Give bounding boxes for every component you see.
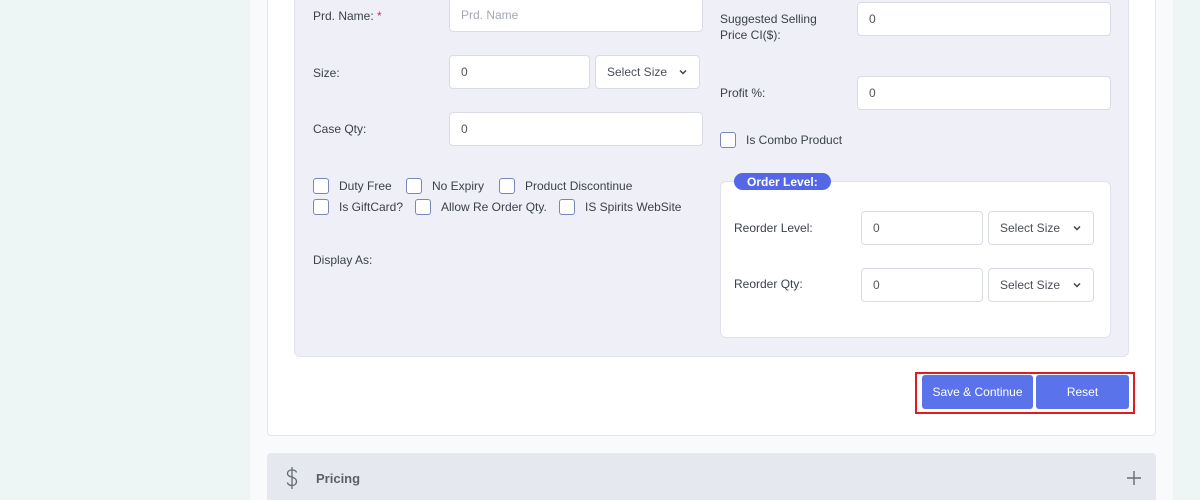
checkbox-box[interactable] (720, 132, 736, 148)
allow-reorder-checkbox[interactable]: Allow Re Order Qty. (415, 199, 547, 215)
duty-free-checkbox[interactable]: Duty Free (313, 178, 392, 194)
suggested-price-label-line2: Price CI($): (720, 28, 781, 42)
product-discontinue-label: Product Discontinue (525, 179, 633, 193)
suggested-price-input[interactable]: 0 (857, 2, 1111, 36)
order-level-title: Order Level: (734, 173, 831, 190)
pricing-section-title: Pricing (316, 471, 361, 486)
reset-button[interactable]: Reset (1036, 375, 1129, 409)
chevron-down-icon (1073, 225, 1081, 231)
no-expiry-checkbox[interactable]: No Expiry (406, 178, 484, 194)
left-background (0, 0, 250, 500)
prd-name-label: Prd. Name: * (313, 8, 382, 24)
profit-input[interactable]: 0 (857, 76, 1111, 110)
duty-free-label: Duty Free (339, 179, 392, 193)
checkbox-box[interactable] (499, 178, 515, 194)
no-expiry-label: No Expiry (432, 179, 485, 193)
allow-reorder-label: Allow Re Order Qty. (441, 200, 547, 214)
reorder-level-unit-select[interactable]: Select Size (988, 211, 1094, 245)
order-level-box (720, 181, 1111, 338)
checkbox-box[interactable] (406, 178, 422, 194)
combo-product-checkbox[interactable]: Is Combo Product (720, 132, 842, 148)
plus-icon[interactable] (1126, 470, 1142, 486)
suggested-price-label: Suggested Selling Price CI($): (720, 11, 817, 43)
required-mark: * (377, 9, 382, 23)
suggested-price-label-line1: Suggested Selling (720, 12, 817, 26)
dollar-icon (286, 467, 298, 489)
combo-product-label: Is Combo Product (746, 133, 843, 147)
is-giftcard-checkbox[interactable]: Is GiftCard? (313, 199, 403, 215)
pricing-section-header[interactable] (267, 453, 1156, 500)
size-unit-value: Select Size (607, 65, 668, 79)
is-giftcard-label: Is GiftCard? (339, 200, 404, 214)
case-qty-input[interactable]: 0 (449, 112, 703, 146)
prd-name-input[interactable]: Prd. Name (449, 0, 703, 32)
checkbox-box[interactable] (313, 178, 329, 194)
reorder-qty-unit-select[interactable]: Select Size (988, 268, 1094, 302)
checkbox-box[interactable] (415, 199, 431, 215)
reorder-qty-input[interactable]: 0 (861, 268, 983, 302)
checkbox-box[interactable] (313, 199, 329, 215)
checkbox-box[interactable] (559, 199, 575, 215)
prd-name-label-text: Prd. Name: (313, 9, 374, 23)
product-discontinue-checkbox[interactable]: Product Discontinue (499, 178, 632, 194)
chevron-down-icon (679, 69, 687, 75)
reorder-qty-unit-value: Select Size (1000, 278, 1061, 292)
right-background (1173, 0, 1200, 500)
display-as-label: Display As: (313, 253, 373, 267)
reorder-qty-label: Reorder Qty: (734, 277, 803, 291)
reorder-level-unit-value: Select Size (1000, 221, 1061, 235)
spirits-website-label: IS Spirits WebSite (585, 200, 682, 214)
size-unit-select[interactable]: Select Size (595, 55, 700, 89)
spirits-website-checkbox[interactable]: IS Spirits WebSite (559, 199, 681, 215)
chevron-down-icon (1073, 282, 1081, 288)
size-input[interactable]: 0 (449, 55, 590, 89)
reorder-level-input[interactable]: 0 (861, 211, 983, 245)
size-label: Size: (313, 66, 340, 80)
profit-label: Profit %: (720, 86, 766, 100)
reorder-level-label: Reorder Level: (734, 221, 813, 235)
case-qty-label: Case Qty: (313, 122, 367, 136)
save-continue-button[interactable]: Save & Continue (922, 375, 1033, 409)
